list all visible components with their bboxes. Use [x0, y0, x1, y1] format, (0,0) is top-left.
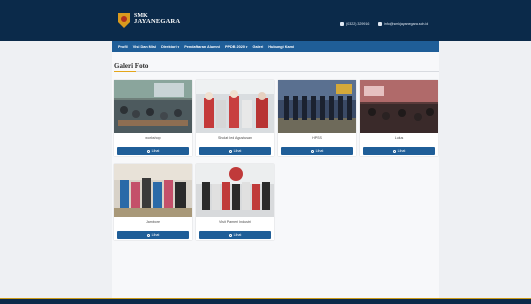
- gallery-caption: workshop: [145, 136, 161, 140]
- view-button[interactable]: Lihat: [117, 231, 189, 239]
- nav-item-direktori[interactable]: Direktori: [161, 45, 179, 49]
- view-button-label: Lihat: [151, 233, 160, 237]
- gallery-photo[interactable]: [278, 80, 356, 133]
- view-button[interactable]: Lihat: [117, 147, 189, 155]
- view-button[interactable]: Lihat: [199, 231, 271, 239]
- view-button[interactable]: Lihat: [199, 147, 271, 155]
- email-contact[interactable]: info@smkjayanegara.sch.id: [378, 22, 428, 26]
- nav-item-hubungi-kami[interactable]: Hubungi Kami: [268, 45, 294, 49]
- gallery-caption: HPSS: [312, 136, 322, 140]
- phone-text: (0322) 329916: [346, 22, 370, 26]
- main-content: Galeri Foto workshop Lihat Sholat Ied Ag…: [112, 52, 439, 298]
- brand-name[interactable]: SMK JAYANEGARA: [134, 13, 180, 26]
- gallery-card: Lulus Lihat: [360, 80, 438, 156]
- page-title: Galeri Foto: [114, 62, 149, 70]
- gallery-card: HPSS Lihat: [278, 80, 356, 156]
- search-icon: [392, 149, 396, 153]
- nav-item-profil[interactable]: Profil: [118, 45, 128, 49]
- mail-icon: [378, 22, 382, 26]
- site-header: SMK JAYANEGARA (0322) 329916 info@smkjay…: [0, 0, 531, 41]
- nav-item-pendaftaran-alumni[interactable]: Pendaftaran Alumni: [184, 45, 220, 49]
- gallery-card: Sholat Ied Agustusan Lihat: [196, 80, 274, 156]
- nav-item-visi-misi[interactable]: Visi Dan Misi: [133, 45, 156, 49]
- gallery-card: Visit Pameri Industri Lihat: [196, 164, 274, 240]
- gallery-photo[interactable]: [114, 80, 192, 133]
- search-icon: [228, 233, 232, 237]
- view-button-label: Lihat: [315, 149, 324, 153]
- site-footer: [0, 298, 531, 304]
- gallery-caption: Lulus: [394, 136, 404, 140]
- view-button-label: Lihat: [233, 149, 242, 153]
- main-nav: Profil Visi Dan Misi Direktori Pendaftar…: [112, 41, 439, 52]
- gallery-photo[interactable]: [196, 164, 274, 217]
- nav-item-galeri[interactable]: Galeri: [253, 45, 264, 49]
- brand-line2: JAYANEGARA: [134, 18, 181, 26]
- nav-item-ppdb[interactable]: PPDB 2020: [225, 45, 248, 49]
- gallery-photo[interactable]: [196, 80, 274, 133]
- gallery-caption: Sholat Ied Agustusan: [218, 136, 252, 140]
- view-button-label: Lihat: [397, 149, 406, 153]
- gallery-caption: Jambore: [146, 220, 160, 224]
- gallery-card: workshop Lihat: [114, 80, 192, 156]
- email-text[interactable]: info@smkjayanegara.sch.id: [384, 22, 428, 26]
- gallery-photo[interactable]: [360, 80, 438, 133]
- view-button-label: Lihat: [233, 233, 242, 237]
- gallery-card: Jambore Lihat: [114, 164, 192, 240]
- phone-icon: [340, 22, 344, 26]
- school-logo-icon[interactable]: [118, 13, 130, 28]
- search-icon: [146, 233, 150, 237]
- search-icon: [228, 149, 232, 153]
- search-icon: [146, 149, 150, 153]
- gallery-photo[interactable]: [114, 164, 192, 217]
- view-button[interactable]: Lihat: [281, 147, 353, 155]
- title-divider: [114, 71, 439, 72]
- phone-contact: (0322) 329916: [340, 22, 369, 26]
- view-button[interactable]: Lihat: [363, 147, 435, 155]
- gallery-caption: Visit Pameri Industri: [219, 220, 251, 224]
- view-button-label: Lihat: [151, 149, 160, 153]
- search-icon: [310, 149, 314, 153]
